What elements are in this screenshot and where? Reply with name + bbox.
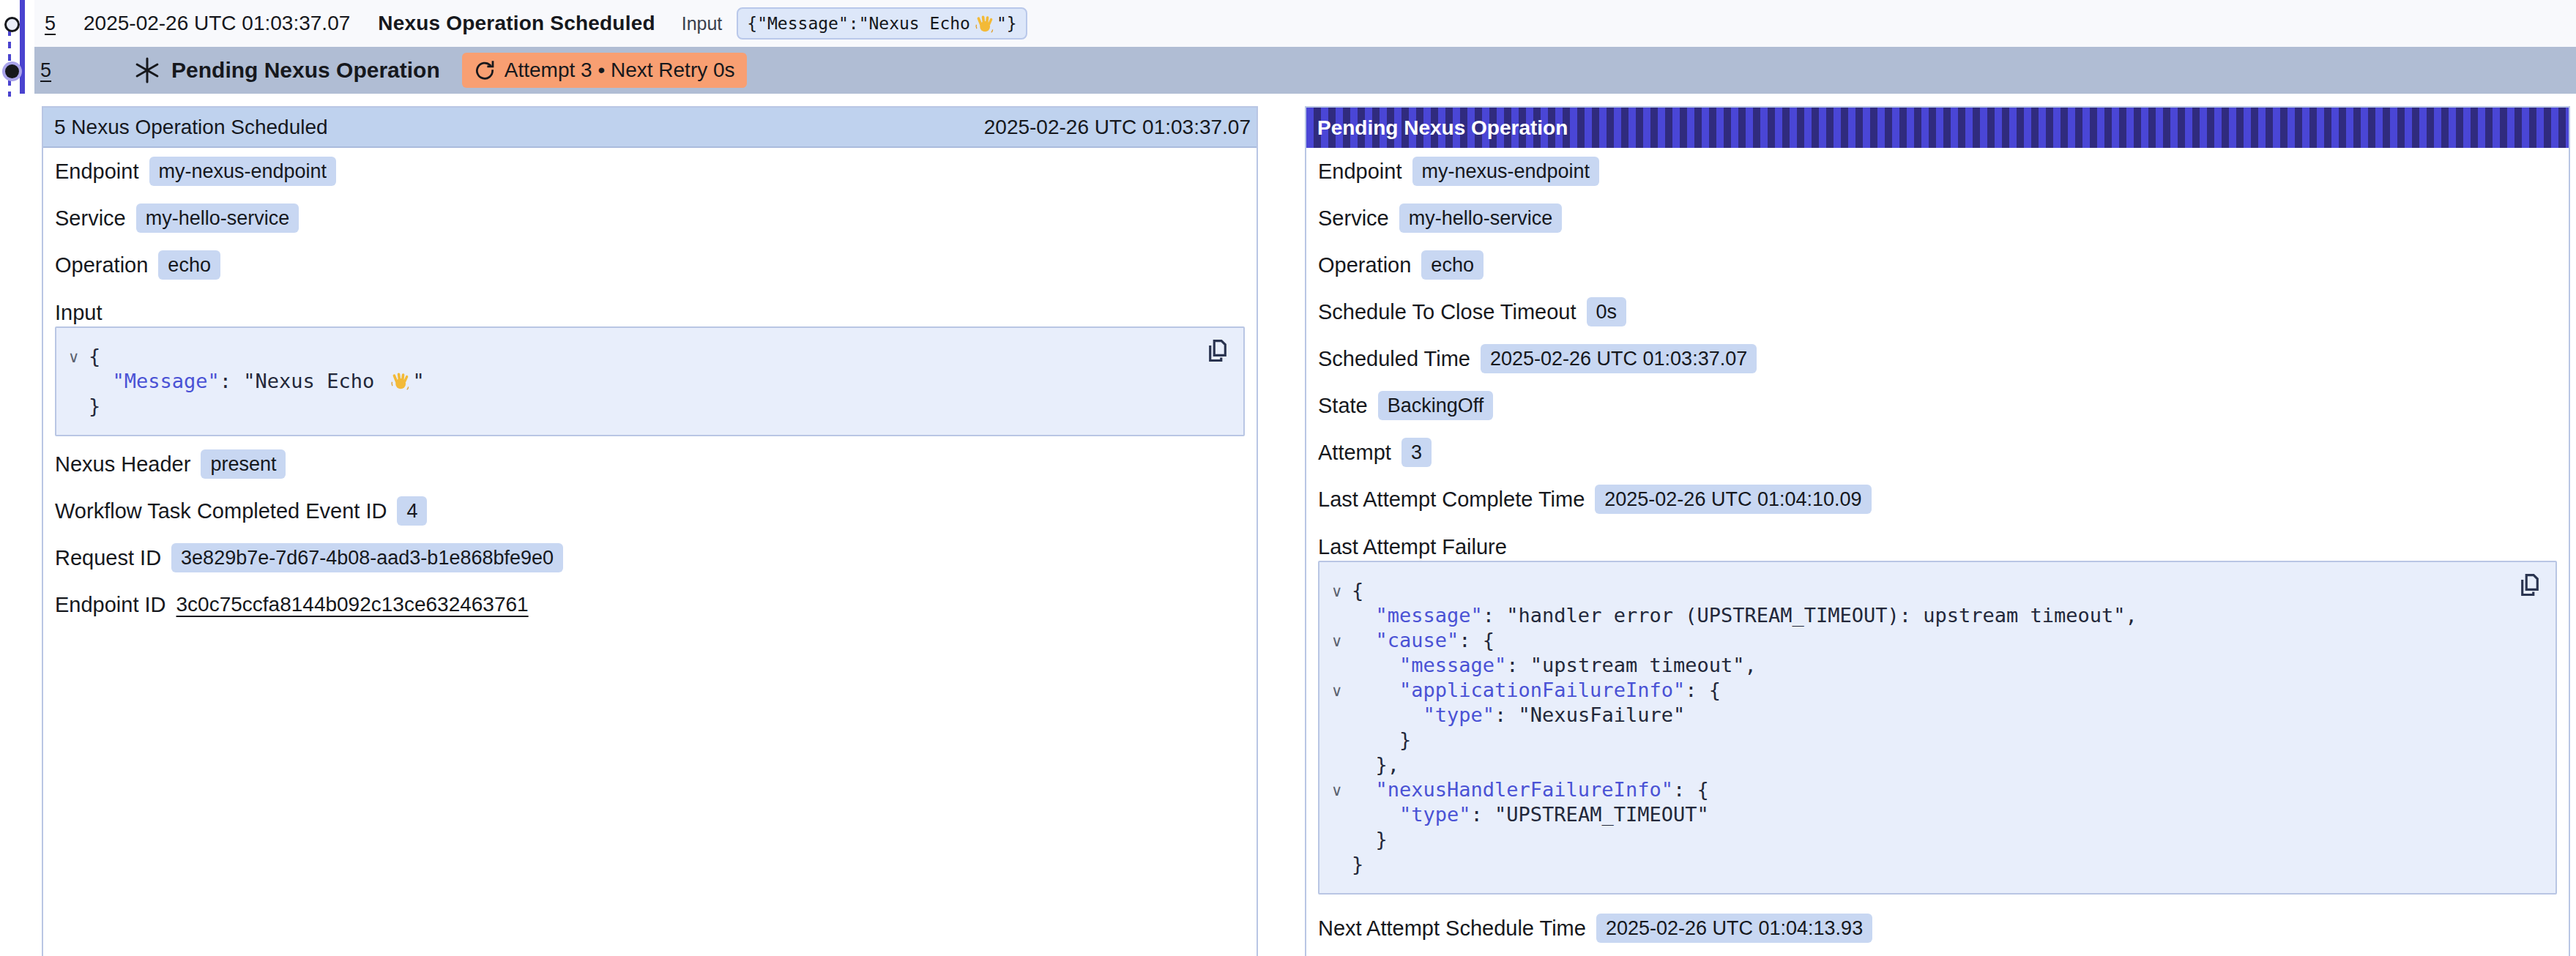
event-row-pending[interactable]: 5 Pending Nexus Operation Attempt 3 • Ne… [34, 47, 2576, 94]
waving-hand-emoji [390, 371, 410, 391]
input-json-block: ∨{ "Message": "Nexus Echo "} [55, 326, 1245, 436]
field-value-badge: BackingOff [1378, 391, 1494, 420]
pending-event-id-link[interactable]: 5 [40, 59, 51, 82]
field-row: Schedule To Close Timeout 0s [1318, 288, 2557, 335]
copy-input-icon[interactable] [1204, 335, 1233, 367]
event-timeline [0, 0, 34, 106]
event-detail-header-title: 5 Nexus Operation Scheduled [54, 116, 328, 139]
event-input-value-badge[interactable]: {"Message":"Nexus Echo "} [737, 7, 1027, 40]
pending-asterisk-icon [133, 56, 161, 84]
field-label: Last Attempt Complete Time [1318, 488, 1585, 512]
field-row: Endpoint ID 3c0c75ccfa8144b092c13ce632463… [55, 581, 1245, 628]
input-section-label: Input [55, 299, 1245, 326]
event-time: 2025-02-26 UTC 01:03:37.07 [83, 12, 350, 35]
pending-operation-panel: Pending Nexus Operation Endpoint my-nexus… [1305, 106, 2570, 956]
field-row: Next Attempt Schedule Time 2025-02-26 UTC… [1318, 905, 2557, 952]
field-row: Operation echo [55, 242, 1245, 288]
field-row: Endpoint my-nexus-endpoint [55, 148, 1245, 195]
field-label: State [1318, 394, 1368, 418]
timeline-dashed-line [8, 29, 11, 97]
event-id-link[interactable]: 5 [45, 12, 56, 35]
field-row: Service my-hello-service [1318, 195, 2557, 242]
field-label: Scheduled Time [1318, 347, 1470, 371]
field-row: Endpoint my-nexus-endpoint [1318, 148, 2557, 195]
failure-section-label: Last Attempt Failure [1318, 533, 2557, 561]
field-label: Next Attempt Schedule Time [1318, 916, 1586, 941]
field-value-badge: 0s [1587, 297, 1627, 326]
field-row: Scheduled Time 2025-02-26 UTC 01:03:37.07 [1318, 335, 2557, 382]
collapse-chevron-icon[interactable]: ∨ [1331, 584, 1342, 600]
field-row: Service my-hello-service [55, 195, 1245, 242]
event-input-label: Input [682, 13, 723, 34]
pending-event-title: Pending Nexus Operation [171, 58, 440, 83]
field-row: State BackingOff [1318, 382, 2557, 429]
pending-operation-header-title: Pending Nexus Operation [1317, 116, 1568, 140]
json-code: ∨{ "message": "handler error (UPSTREAM_T… [1352, 578, 2512, 877]
copy-failure-icon[interactable] [2516, 570, 2545, 602]
collapse-chevron-icon[interactable]: ∨ [1331, 684, 1342, 699]
field-label: Endpoint [1318, 160, 1402, 184]
field-label: Workflow Task Completed Event ID [55, 499, 387, 523]
event-title: Nexus Operation Scheduled [378, 12, 655, 35]
event-row-scheduled[interactable]: 5 2025-02-26 UTC 01:03:37.07 Nexus Opera… [34, 0, 2576, 47]
field-row: Operation echo [1318, 242, 2557, 288]
field-value-badge: 4 [397, 496, 427, 526]
field-value-badge: 2025-02-26 UTC 01:04:13.93 [1596, 914, 1872, 943]
timeline-event-dot-filled[interactable] [5, 64, 19, 78]
field-label: Endpoint ID [55, 593, 166, 617]
field-value-link[interactable]: 3c0c75ccfa8144b092c13ce632463761 [176, 593, 529, 616]
field-value-badge: echo [1421, 250, 1484, 280]
failure-json-block: ∨{ "message": "handler error (UPSTREAM_T… [1318, 561, 2557, 895]
field-label: Attempt [1318, 441, 1391, 465]
field-value-badge: my-hello-service [136, 203, 299, 233]
field-row: Attempt 3 [1318, 429, 2557, 476]
field-label: Service [55, 206, 126, 231]
field-row: Request ID 3e829b7e-7d67-4b08-aad3-b1e868… [55, 534, 1245, 581]
timeline-active-line [20, 0, 25, 94]
field-value-badge: 2025-02-26 UTC 01:04:10.09 [1595, 485, 1871, 514]
collapse-chevron-icon[interactable]: ∨ [1331, 783, 1342, 799]
field-label: Service [1318, 206, 1389, 231]
field-row: Nexus Header present [55, 441, 1245, 488]
field-row: Workflow Task Completed Event ID 4 [55, 488, 1245, 534]
field-label: Nexus Header [55, 452, 190, 477]
timeline-event-dot-open [4, 17, 20, 32]
event-detail-panel: 5 Nexus Operation Scheduled 2025-02-26 U… [42, 106, 1258, 956]
field-value-badge: my-nexus-endpoint [149, 157, 337, 186]
field-label: Operation [55, 253, 148, 277]
field-value-badge: echo [158, 250, 220, 280]
retry-icon [474, 59, 496, 81]
field-value-badge: 3 [1401, 438, 1432, 467]
field-label: Request ID [55, 546, 161, 570]
field-value-badge: 2025-02-26 UTC 01:03:37.07 [1481, 344, 1757, 373]
waving-hand-emoji [975, 14, 994, 34]
field-value-badge: 3e829b7e-7d67-4b08-aad3-b1e868bfe9e0 [171, 543, 563, 572]
collapse-chevron-icon[interactable]: ∨ [68, 350, 79, 365]
attempt-retry-text: Attempt 3 • Next Retry 0s [505, 59, 735, 82]
field-label: Endpoint [55, 160, 139, 184]
field-label: Schedule To Close Timeout [1318, 300, 1577, 324]
event-detail-header: 5 Nexus Operation Scheduled 2025-02-26 U… [43, 108, 1257, 148]
attempt-retry-badge: Attempt 3 • Next Retry 0s [462, 53, 747, 88]
field-label: Operation [1318, 253, 1411, 277]
pending-operation-header: Pending Nexus Operation [1306, 108, 2569, 148]
collapse-chevron-icon[interactable]: ∨ [1331, 634, 1342, 649]
field-value-badge: my-hello-service [1399, 203, 1563, 233]
field-row: Last Attempt Complete Time 2025-02-26 UTC… [1318, 476, 2557, 523]
field-value-badge: present [201, 449, 286, 479]
event-detail-header-time: 2025-02-26 UTC 01:03:37.07 [984, 116, 1251, 139]
field-value-badge: my-nexus-endpoint [1412, 157, 1600, 186]
json-code: ∨{ "Message": "Nexus Echo "} [89, 344, 1199, 419]
